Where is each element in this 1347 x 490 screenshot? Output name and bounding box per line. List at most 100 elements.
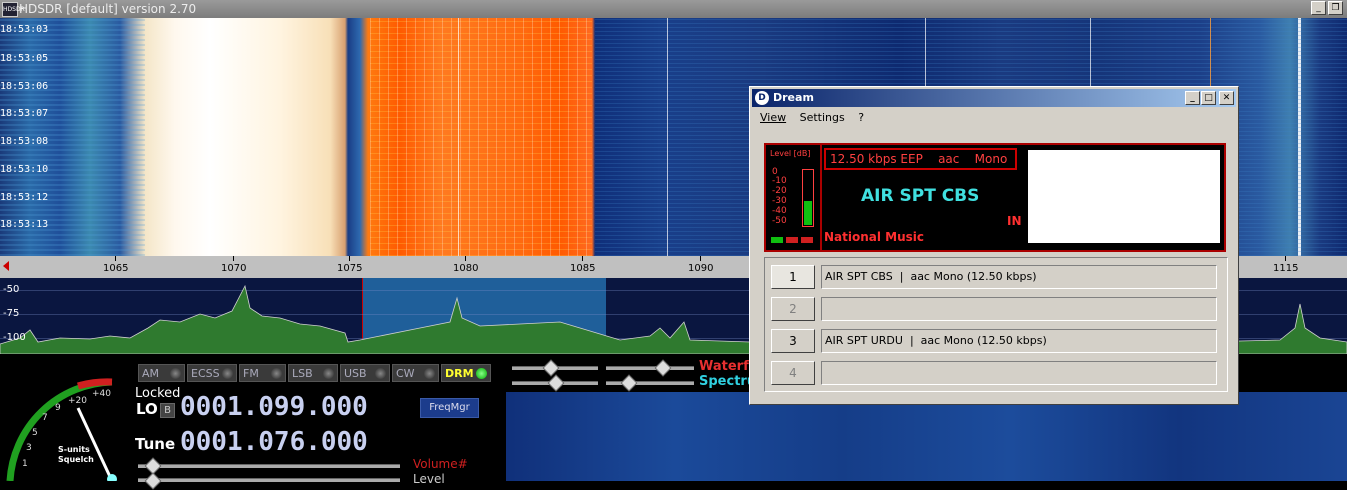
scale-tick (233, 256, 234, 261)
locked-label: Locked (135, 386, 181, 401)
tune-frequency[interactable]: 0001.076.000 (180, 427, 368, 457)
lo-label: LO (136, 400, 158, 418)
mode-label: AM (142, 367, 160, 380)
dream-maximize-button[interactable]: □ (1201, 91, 1216, 105)
waterfall-timestamp: 18:53:05 (0, 53, 49, 64)
scale-tick (115, 256, 116, 261)
mode-fm-button[interactable]: FM (239, 364, 286, 382)
waterfall-slider-1-thumb[interactable] (542, 359, 560, 377)
waterfall-slider-2[interactable] (606, 366, 694, 370)
status-led-icon (786, 237, 798, 243)
scale-label: 1070 (221, 263, 247, 274)
menu-settings[interactable]: Settings (800, 111, 845, 124)
waterfall-timestamp: 18:53:12 (0, 192, 49, 203)
mode-drm-button[interactable]: DRM (441, 364, 491, 382)
mode-lsb-button[interactable]: LSB (288, 364, 338, 382)
level-tick: -10 (772, 176, 787, 186)
status-led-icon (771, 237, 783, 243)
spectrum-slider-1-thumb[interactable] (547, 374, 565, 392)
scale-label: 1085 (570, 263, 596, 274)
status-led-icon (801, 237, 813, 243)
s-meter: 1 3 5 7 9 +20 +40 S-units Squelch (6, 378, 117, 481)
mode-label: DRM (445, 367, 474, 380)
db-label: -75 (3, 308, 20, 319)
mode-ecss-button[interactable]: ECSS (187, 364, 237, 382)
menu-view[interactable]: View (760, 111, 786, 124)
level-bar (802, 169, 814, 227)
minimize-button[interactable]: _ (1311, 1, 1326, 15)
volume-label: Volume# (413, 457, 468, 471)
spectrum-slider-2-thumb[interactable] (620, 374, 638, 392)
dream-close-button[interactable]: ✕ (1219, 91, 1234, 105)
s-meter-scale-label: 7 (42, 413, 48, 423)
waterfall-timestamp: 18:53:08 (0, 136, 49, 147)
hdsdr-app-icon: HDSDR (2, 2, 25, 17)
scroll-left-arrow-icon[interactable] (3, 261, 9, 271)
dream-title-bar[interactable]: D Dream _ □ ✕ (752, 89, 1236, 107)
volume-slider[interactable] (138, 464, 400, 468)
level-slider-thumb[interactable] (144, 472, 162, 490)
scale-tick (1285, 256, 1286, 261)
led-icon (170, 368, 181, 379)
mode-am-button[interactable]: AM (138, 364, 185, 382)
led-icon (271, 368, 282, 379)
db-label: -50 (3, 284, 20, 295)
service-2-button[interactable]: 2 (771, 297, 815, 321)
level-slider[interactable] (138, 478, 400, 482)
level-tick: -20 (772, 186, 787, 196)
window-title: HDSDR [default] version 2.70 (19, 2, 197, 16)
slideshow-area (1028, 150, 1220, 243)
mode-cw-button[interactable]: CW (392, 364, 439, 382)
waterfall-carrier-line (667, 18, 668, 256)
station-name: AIR SPT CBS (861, 186, 980, 206)
service-1-button[interactable]: 1 (771, 265, 815, 289)
scale-label: 1065 (103, 263, 129, 274)
level-bar-fill (804, 200, 812, 225)
squelch-label: Squelch (58, 455, 94, 464)
level-tick: -50 (772, 216, 787, 226)
s-meter-scale-label: +40 (92, 389, 111, 399)
service-1-label: AIR SPT CBS | aac Mono (12.50 kbps) (821, 265, 1217, 289)
waterfall-slider-2-thumb[interactable] (654, 359, 672, 377)
service-4-button[interactable]: 4 (771, 361, 815, 385)
freqmgr-button[interactable]: FreqMgr (420, 398, 479, 418)
level-tick: -40 (772, 206, 787, 216)
restore-button[interactable]: ❐ (1328, 1, 1343, 15)
dream-menu-bar: View Settings ? (752, 109, 1236, 127)
scale-tick (582, 256, 583, 261)
mode-label: CW (396, 367, 415, 380)
dream-minimize-button[interactable]: _ (1185, 91, 1200, 105)
level-title: Level [dB] (770, 149, 811, 158)
level-label: Level (413, 472, 445, 486)
s-meter-scale-label: 5 (32, 428, 38, 438)
level-tick: -30 (772, 196, 787, 206)
mode-usb-button[interactable]: USB (340, 364, 390, 382)
service-2-label (821, 297, 1217, 321)
scale-tick (465, 256, 466, 261)
db-label: -100 (3, 332, 26, 343)
dream-logo-icon: D (755, 91, 769, 105)
tune-label: Tune (135, 435, 176, 453)
led-icon (323, 368, 334, 379)
mode-label: ECSS (191, 367, 220, 380)
level-meter-panel: Level [dB] 0 -10 -20 -30 -40 -50 (766, 145, 822, 250)
service-3-button[interactable]: 3 (771, 329, 815, 353)
service-3-label: AIR SPT URDU | aac Mono (12.50 kbps) (821, 329, 1217, 353)
lo-b-button[interactable]: B (160, 403, 175, 418)
audio-waterfall[interactable] (506, 392, 1347, 481)
led-icon (424, 368, 435, 379)
dream-window-title: Dream (773, 91, 814, 104)
scale-tick (349, 256, 350, 261)
main-title-bar[interactable]: HDSDR HDSDR [default] version 2.70 _ ❐ (0, 0, 1347, 18)
spectrum-slider-label: Spectru (699, 374, 757, 389)
scale-label: 1090 (688, 263, 714, 274)
menu-help[interactable]: ? (858, 111, 864, 124)
scale-label: 1115 (1273, 263, 1299, 274)
s-meter-scale-label: 1 (22, 459, 28, 469)
spectrum-slider-2[interactable] (606, 381, 694, 385)
lo-frequency[interactable]: 0001.099.000 (180, 392, 368, 422)
scale-label: 1075 (337, 263, 363, 274)
waterfall-timestamp: 18:53:06 (0, 81, 49, 92)
mode-label: FM (243, 367, 259, 380)
service-4-label (821, 361, 1217, 385)
